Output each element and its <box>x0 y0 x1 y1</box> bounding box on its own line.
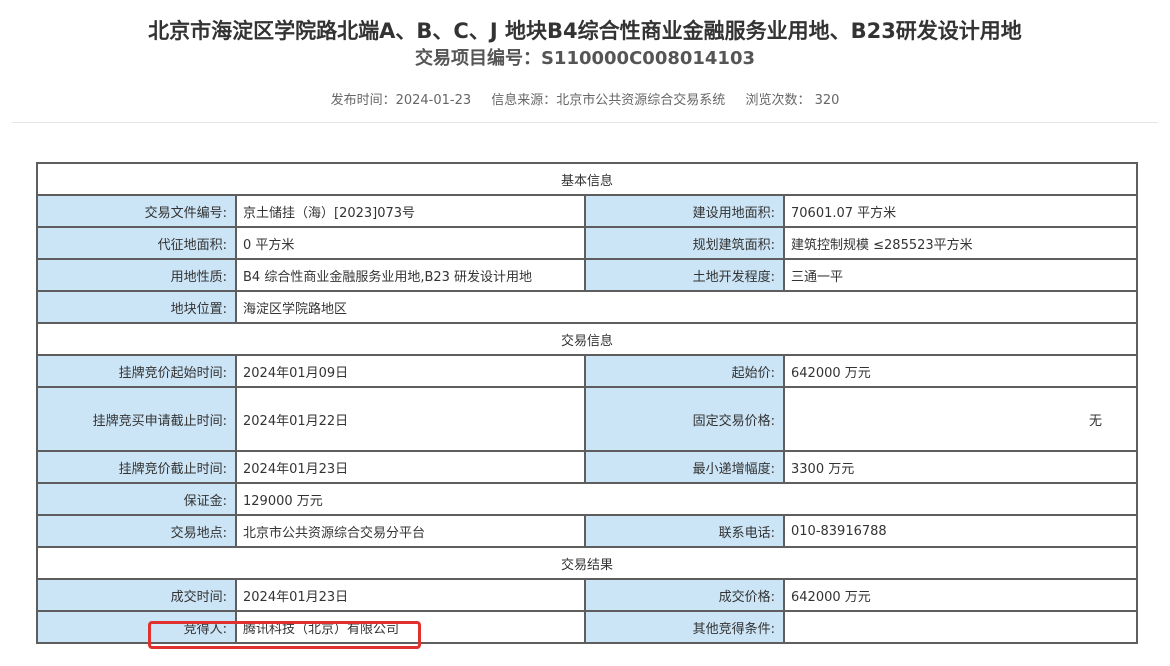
page-title: 北京市海淀区学院路北端A、B、C、J 地块B4综合性商业金融服务业用地、B23研… <box>148 19 1022 43</box>
table-row: 交易地点: 北京市公共资源综合交易分平台 联系电话: 010-83916788 <box>36 514 1139 548</box>
deposit-label: 保证金: <box>36 482 237 516</box>
table-row: 成交时间: 2024年01月23日 成交价格: 642000 万元 <box>36 578 1139 612</box>
location-value: 海淀区学院路地区 <box>234 290 1139 324</box>
other-conditions-label: 其他竞得条件: <box>584 610 785 644</box>
apply-end-label: 挂牌竞买申请截止时间: <box>36 386 237 452</box>
header-divider <box>12 122 1158 123</box>
deposit-value: 129000 万元 <box>234 482 1139 516</box>
land-use-value: B4 综合性商业金融服务业用地,B23 研发设计用地 <box>235 258 586 292</box>
phone-label: 联系电话: <box>584 514 785 548</box>
land-use-label: 用地性质: <box>36 258 237 292</box>
publish-time: 发布时间：2024-01-23 <box>330 93 472 108</box>
dev-level-value: 三通一平 <box>782 258 1139 292</box>
bid-end-value: 2024年01月23日 <box>235 450 586 484</box>
trade-place-label: 交易地点: <box>36 514 237 548</box>
fixed-price-value: 无 <box>782 386 1139 452</box>
deal-price-label: 成交价格: <box>584 578 785 612</box>
winner-label: 竞得人: <box>36 610 237 644</box>
table-row: 竞得人: 腾讯科技（北京）有限公司 其他竞得条件: <box>36 610 1139 644</box>
section-trade-result: 交易结果 <box>35 546 1139 580</box>
phone-value: 010-83916788 <box>782 514 1139 548</box>
section-trade-info: 交易信息 <box>35 322 1139 356</box>
start-price-label: 起始价: <box>584 354 785 388</box>
table-row: 挂牌竞价起始时间: 2024年01月09日 起始价: 642000 万元 <box>36 354 1139 388</box>
table-row: 挂牌竞价截止时间: 2024年01月23日 最小递增幅度: 3300 万元 <box>36 450 1139 484</box>
start-price-value: 642000 万元 <box>782 354 1139 388</box>
doc-no-label: 交易文件编号: <box>36 194 237 228</box>
table-row: 地块位置: 海淀区学院路地区 <box>36 290 1139 324</box>
info-source: 信息来源：北京市公共资源综合交易系统 <box>491 93 726 108</box>
land-area-label: 建设用地面积: <box>584 194 785 228</box>
min-increment-value: 3300 万元 <box>782 450 1139 484</box>
project-number: 交易项目编号：S110000C008014103 <box>414 48 756 69</box>
apply-end-value: 2024年01月22日 <box>235 386 586 452</box>
section-row: 基本信息 <box>35 162 1139 196</box>
meta-bar: 发布时间：2024-01-23 信息来源：北京市公共资源综合交易系统 浏览次数：… <box>0 91 1170 111</box>
table-row: 保证金: 129000 万元 <box>36 482 1139 516</box>
section-row: 交易结果 <box>35 546 1139 580</box>
land-info-table: 基本信息 交易文件编号: 京土储挂（海）[2023]073号 建设用地面积: 7… <box>35 162 1139 644</box>
winner-value: 腾讯科技（北京）有限公司 <box>235 610 586 644</box>
table-row: 交易文件编号: 京土储挂（海）[2023]073号 建设用地面积: 70601.… <box>36 194 1139 228</box>
min-increment-label: 最小递增幅度: <box>584 450 785 484</box>
deal-time-label: 成交时间: <box>36 578 237 612</box>
table-row: 挂牌竞买申请截止时间: 2024年01月22日 固定交易价格: 无 <box>36 386 1139 452</box>
table-row: 用地性质: B4 综合性商业金融服务业用地,B23 研发设计用地 土地开发程度:… <box>36 258 1139 292</box>
dev-level-label: 土地开发程度: <box>584 258 785 292</box>
land-area-value: 70601.07 平方米 <box>782 194 1139 228</box>
table-row: 代征地面积: 0 平方米 规划建筑面积: 建筑控制规模 ≤285523平方米 <box>36 226 1139 260</box>
other-conditions-value <box>782 610 1139 644</box>
bid-start-value: 2024年01月09日 <box>235 354 586 388</box>
doc-no-value: 京土储挂（海）[2023]073号 <box>235 194 586 228</box>
acq-area-label: 代征地面积: <box>36 226 237 260</box>
plan-area-value: 建筑控制规模 ≤285523平方米 <box>782 226 1139 260</box>
trade-place-value: 北京市公共资源综合交易分平台 <box>235 514 586 548</box>
view-count: 浏览次数： 320 <box>745 93 840 108</box>
deal-time-value: 2024年01月23日 <box>235 578 586 612</box>
acq-area-value: 0 平方米 <box>235 226 586 260</box>
section-row: 交易信息 <box>35 322 1139 356</box>
section-basic-info: 基本信息 <box>35 162 1139 196</box>
bid-end-label: 挂牌竞价截止时间: <box>36 450 237 484</box>
location-label: 地块位置: <box>36 290 237 324</box>
fixed-price-label: 固定交易价格: <box>584 386 785 452</box>
plan-area-label: 规划建筑面积: <box>584 226 785 260</box>
deal-price-value: 642000 万元 <box>782 578 1139 612</box>
bid-start-label: 挂牌竞价起始时间: <box>36 354 237 388</box>
